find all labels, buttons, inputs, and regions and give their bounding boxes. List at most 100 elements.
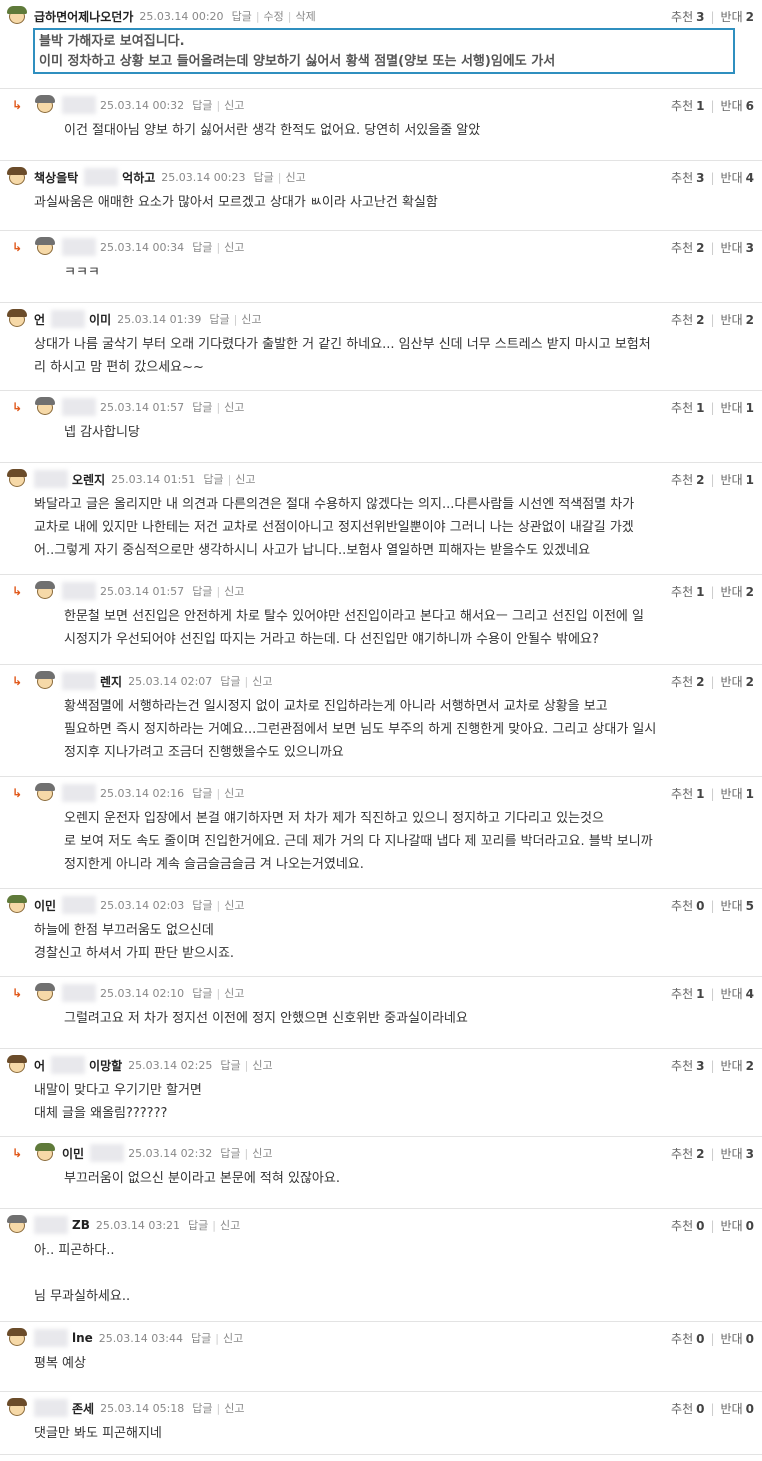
avatar[interactable] <box>6 1215 28 1235</box>
oppose-button[interactable]: 반대 4 <box>721 987 754 1001</box>
reply-link[interactable]: 답글 <box>203 471 223 487</box>
oppose-button[interactable]: 반대 3 <box>721 1147 754 1161</box>
recommend-button[interactable]: 추천 0 <box>671 1332 704 1346</box>
report-link[interactable]: 신고 <box>252 1057 272 1073</box>
reply-link[interactable]: 답글 <box>192 239 212 255</box>
recommend-button[interactable]: 추천 3 <box>671 1059 704 1073</box>
recommend-button[interactable]: 추천 1 <box>671 99 704 113</box>
reply-link[interactable]: 답글 <box>192 897 212 913</box>
avatar[interactable] <box>34 1143 56 1163</box>
report-link[interactable]: 신고 <box>235 471 255 487</box>
oppose-button[interactable]: 반대 0 <box>721 1402 754 1416</box>
report-link[interactable]: 신고 <box>224 97 244 113</box>
avatar[interactable] <box>6 167 28 187</box>
report-link[interactable]: 신고 <box>220 1217 240 1233</box>
oppose-button[interactable]: 반대 5 <box>721 899 754 913</box>
nickname-suffix[interactable]: 이미 <box>89 311 111 328</box>
reply-link[interactable]: 답글 <box>192 985 212 1001</box>
nickname-suffix[interactable]: 억하고 <box>122 169 155 186</box>
nickname-suffix[interactable]: 렌지 <box>100 673 122 690</box>
nickname[interactable]: 이민 <box>62 1145 84 1162</box>
recommend-button[interactable]: 추천 1 <box>671 585 704 599</box>
reply-link[interactable]: 답글 <box>253 169 273 185</box>
reply-link[interactable]: 답글 <box>232 8 252 24</box>
recommend-button[interactable]: 추천 3 <box>671 171 704 185</box>
avatar[interactable] <box>34 397 56 417</box>
recommend-button[interactable]: 추천 1 <box>671 401 704 415</box>
nickname[interactable]: 책상을탁 <box>34 169 78 186</box>
nickname-suffix[interactable]: 이망할 <box>89 1057 122 1074</box>
nickname[interactable]: ZB <box>72 1218 90 1232</box>
avatar[interactable] <box>6 1328 28 1348</box>
recommend-button[interactable]: 추천 0 <box>671 1402 704 1416</box>
report-link[interactable]: 신고 <box>252 673 272 689</box>
avatar[interactable] <box>34 783 56 803</box>
avatar[interactable] <box>6 309 28 329</box>
avatar[interactable] <box>6 469 28 489</box>
nickname[interactable]: 언 <box>34 311 45 328</box>
oppose-button[interactable]: 반대 1 <box>721 401 754 415</box>
report-link[interactable]: 신고 <box>252 1145 272 1161</box>
delete-link[interactable]: 삭제 <box>296 8 316 24</box>
report-link[interactable]: 신고 <box>241 311 261 327</box>
oppose-button[interactable]: 반대 2 <box>721 675 754 689</box>
reply-link[interactable]: 답글 <box>220 673 240 689</box>
reply-link[interactable]: 답글 <box>192 785 212 801</box>
avatar[interactable] <box>34 95 56 115</box>
oppose-button[interactable]: 반대 4 <box>721 171 754 185</box>
recommend-button[interactable]: 추천 2 <box>671 473 704 487</box>
report-link[interactable]: 신고 <box>224 985 244 1001</box>
oppose-button[interactable]: 반대 2 <box>721 10 754 24</box>
report-link[interactable]: 신고 <box>224 785 244 801</box>
nickname[interactable]: lne <box>72 1331 93 1345</box>
reply-link[interactable]: 답글 <box>220 1057 240 1073</box>
oppose-button[interactable]: 반대 0 <box>721 1332 754 1346</box>
avatar[interactable] <box>6 1398 28 1418</box>
reply-link[interactable]: 답글 <box>192 399 212 415</box>
report-link[interactable]: 신고 <box>224 897 244 913</box>
nickname-suffix[interactable]: 오렌지 <box>72 471 105 488</box>
recommend-button[interactable]: 추천 1 <box>671 987 704 1001</box>
reply-link[interactable]: 답글 <box>191 1330 211 1346</box>
report-link[interactable]: 신고 <box>223 1330 243 1346</box>
oppose-button[interactable]: 반대 3 <box>721 241 754 255</box>
avatar[interactable] <box>6 1055 28 1075</box>
avatar[interactable] <box>34 581 56 601</box>
recommend-button[interactable]: 추천 2 <box>671 313 704 327</box>
reply-link[interactable]: 답글 <box>188 1217 208 1233</box>
report-link[interactable]: 신고 <box>224 1400 244 1416</box>
reply-link[interactable]: 답글 <box>192 1400 212 1416</box>
reply-link[interactable]: 답글 <box>209 311 229 327</box>
edit-link[interactable]: 수정 <box>264 8 284 24</box>
nickname[interactable]: 존세 <box>72 1400 94 1417</box>
avatar[interactable] <box>6 895 28 915</box>
oppose-button[interactable]: 반대 2 <box>721 585 754 599</box>
oppose-button[interactable]: 반대 1 <box>721 787 754 801</box>
report-link[interactable]: 신고 <box>285 169 305 185</box>
recommend-button[interactable]: 추천 2 <box>671 675 704 689</box>
recommend-button[interactable]: 추천 2 <box>671 1147 704 1161</box>
recommend-button[interactable]: 추천 1 <box>671 787 704 801</box>
reply-link[interactable]: 답글 <box>192 583 212 599</box>
report-link[interactable]: 신고 <box>224 399 244 415</box>
recommend-button[interactable]: 추천 0 <box>671 899 704 913</box>
nickname[interactable]: 이민 <box>34 897 56 914</box>
oppose-button[interactable]: 반대 2 <box>721 313 754 327</box>
oppose-button[interactable]: 반대 0 <box>721 1219 754 1233</box>
recommend-button[interactable]: 추천 0 <box>671 1219 704 1233</box>
oppose-button[interactable]: 반대 6 <box>721 99 754 113</box>
avatar[interactable] <box>6 6 28 26</box>
avatar[interactable] <box>34 237 56 257</box>
oppose-button[interactable]: 반대 1 <box>721 473 754 487</box>
oppose-button[interactable]: 반대 2 <box>721 1059 754 1073</box>
recommend-button[interactable]: 추천 2 <box>671 241 704 255</box>
avatar[interactable] <box>34 671 56 691</box>
report-link[interactable]: 신고 <box>224 239 244 255</box>
nickname[interactable]: 급하면어제나오던가 <box>34 8 133 25</box>
recommend-button[interactable]: 추천 3 <box>671 10 704 24</box>
report-link[interactable]: 신고 <box>224 583 244 599</box>
nickname[interactable]: 어 <box>34 1057 45 1074</box>
reply-link[interactable]: 답글 <box>220 1145 240 1161</box>
avatar[interactable] <box>34 983 56 1003</box>
reply-link[interactable]: 답글 <box>192 97 212 113</box>
